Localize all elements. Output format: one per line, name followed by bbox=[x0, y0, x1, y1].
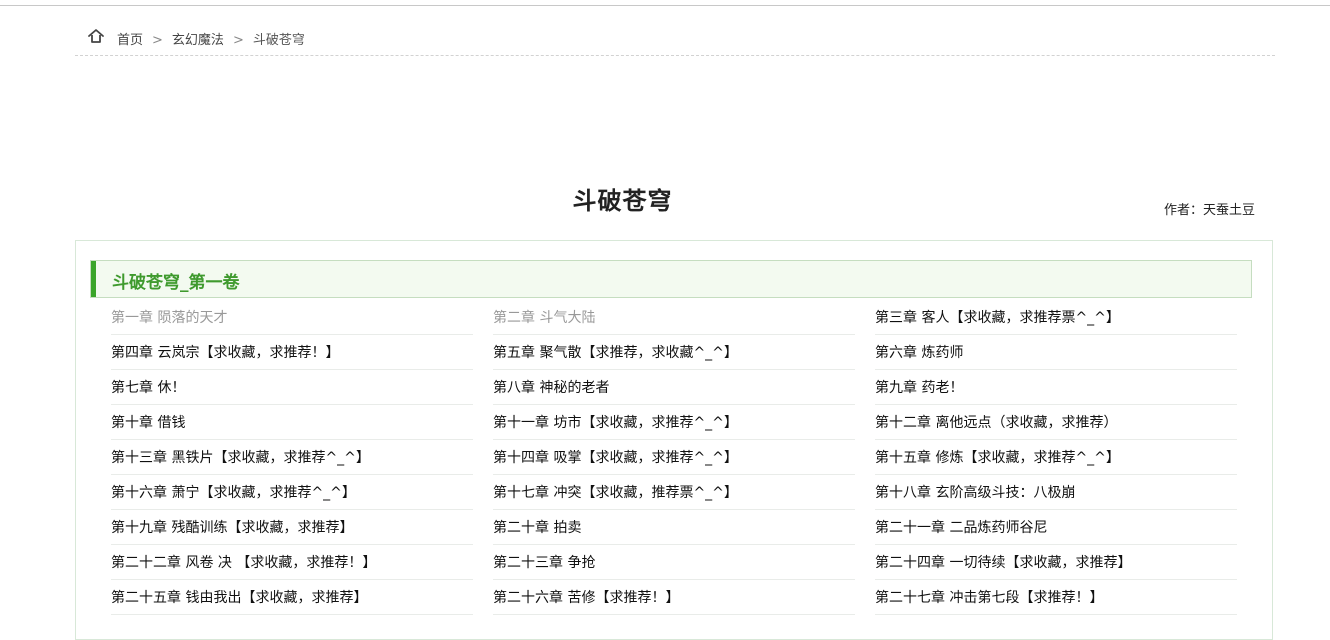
chapter-item: 第十七章 冲突【求收藏，推荐票^_^】 bbox=[493, 475, 855, 510]
chapter-item: 第十六章 萧宁【求收藏，求推荐^_^】 bbox=[111, 475, 473, 510]
breadcrumb-separator: > bbox=[152, 33, 163, 48]
chapter-link[interactable]: 第十六章 萧宁【求收藏，求推荐^_^】 bbox=[111, 485, 356, 501]
chapter-item: 第四章 云岚宗【求收藏，求推荐！】 bbox=[111, 335, 473, 370]
chapter-item: 第二十三章 争抢 bbox=[493, 545, 855, 580]
chapter-item: 第十一章 坊市【求收藏，求推荐^_^】 bbox=[493, 405, 855, 440]
chapter-item: 第二十五章 钱由我出【求收藏，求推荐】 bbox=[111, 580, 473, 615]
chapter-item: 第八章 神秘的老者 bbox=[493, 370, 855, 405]
chapter-item: 第二十一章 二品炼药师谷尼 bbox=[875, 510, 1237, 545]
chapter-link[interactable]: 第八章 神秘的老者 bbox=[493, 380, 609, 396]
chapter-link[interactable]: 第四章 云岚宗【求收藏，求推荐！】 bbox=[111, 345, 339, 361]
volume-title: 斗破苍穹_第一卷 bbox=[112, 273, 240, 293]
chapter-link[interactable]: 第十二章 离他远点（求收藏，求推荐） bbox=[875, 415, 1117, 431]
chapter-link[interactable]: 第七章 休！ bbox=[111, 380, 185, 396]
home-icon[interactable] bbox=[87, 28, 105, 44]
chapter-item: 第十八章 玄阶高级斗技：八极崩 bbox=[875, 475, 1237, 510]
book-author: 作者：天蚕土豆 bbox=[1163, 203, 1255, 218]
chapter-link[interactable]: 第十五章 修炼【求收藏，求推荐^_^】 bbox=[875, 450, 1120, 466]
chapter-link[interactable]: 第十八章 玄阶高级斗技：八极崩 bbox=[875, 485, 1075, 501]
chapter-link[interactable]: 第十三章 黑铁片【求收藏，求推荐^_^】 bbox=[111, 450, 370, 466]
chapter-link[interactable]: 第五章 聚气散【求推荐，求收藏^_^】 bbox=[493, 345, 738, 361]
chapter-link[interactable]: 第十九章 残酷训练【求收藏，求推荐】 bbox=[111, 520, 353, 536]
chapter-item: 第一章 陨落的天才 bbox=[111, 300, 473, 335]
chapter-link[interactable]: 第二十章 拍卖 bbox=[493, 520, 581, 536]
chapter-item: 第十九章 残酷训练【求收藏，求推荐】 bbox=[111, 510, 473, 545]
chapter-link[interactable]: 第二十六章 苦修【求推荐！】 bbox=[493, 590, 679, 606]
chapter-link[interactable]: 第十章 借钱 bbox=[111, 415, 185, 431]
chapter-link[interactable]: 第六章 炼药师 bbox=[875, 345, 963, 361]
chapter-item: 第九章 药老！ bbox=[875, 370, 1237, 405]
breadcrumb-home-link[interactable]: 首页 bbox=[117, 33, 143, 48]
chapter-link[interactable]: 第二章 斗气大陆 bbox=[493, 310, 595, 326]
volume-accent-bar bbox=[91, 261, 96, 297]
chapter-link[interactable]: 第二十七章 冲击第七段【求推荐！】 bbox=[875, 590, 1103, 606]
breadcrumb-category-link[interactable]: 玄幻魔法 bbox=[172, 33, 224, 48]
chapter-link[interactable]: 第二十三章 争抢 bbox=[493, 555, 595, 571]
chapter-link[interactable]: 第十一章 坊市【求收藏，求推荐^_^】 bbox=[493, 415, 738, 431]
volume-header: 斗破苍穹_第一卷 bbox=[90, 260, 1252, 298]
chapter-item: 第二十六章 苦修【求推荐！】 bbox=[493, 580, 855, 615]
chapter-item: 第十五章 修炼【求收藏，求推荐^_^】 bbox=[875, 440, 1237, 475]
chapter-link[interactable]: 第十四章 吸掌【求收藏，求推荐^_^】 bbox=[493, 450, 738, 466]
book-title: 斗破苍穹 bbox=[572, 186, 673, 215]
breadcrumb-trail: 首页 > 玄幻魔法 > 斗破苍穹 bbox=[117, 29, 305, 48]
top-divider bbox=[0, 5, 1330, 6]
chapter-item: 第二十四章 一切待续【求收藏，求推荐】 bbox=[875, 545, 1237, 580]
chapter-item: 第十三章 黑铁片【求收藏，求推荐^_^】 bbox=[111, 440, 473, 475]
chapter-link[interactable]: 第三章 客人【求收藏，求推荐票^_^】 bbox=[875, 310, 1120, 326]
chapter-link[interactable]: 第一章 陨落的天才 bbox=[111, 310, 227, 326]
chapter-link[interactable]: 第二十二章 风卷 决 【求收藏，求推荐！】 bbox=[111, 555, 376, 571]
chapter-item: 第二十七章 冲击第七段【求推荐！】 bbox=[875, 580, 1237, 615]
chapter-item: 第十章 借钱 bbox=[111, 405, 473, 440]
chapter-link[interactable]: 第十七章 冲突【求收藏，推荐票^_^】 bbox=[493, 485, 738, 501]
chapter-link[interactable]: 第二十一章 二品炼药师谷尼 bbox=[875, 520, 1047, 536]
chapter-link[interactable]: 第二十四章 一切待续【求收藏，求推荐】 bbox=[875, 555, 1131, 571]
chapter-item: 第七章 休！ bbox=[111, 370, 473, 405]
chapter-item: 第十四章 吸掌【求收藏，求推荐^_^】 bbox=[493, 440, 855, 475]
chapter-item: 第三章 客人【求收藏，求推荐票^_^】 bbox=[875, 300, 1237, 335]
breadcrumb-current: 斗破苍穹 bbox=[252, 33, 305, 48]
chapter-link[interactable]: 第九章 药老！ bbox=[875, 380, 963, 396]
breadcrumb-separator: > bbox=[232, 33, 244, 48]
chapter-item: 第二章 斗气大陆 bbox=[493, 300, 855, 335]
chapter-item: 第六章 炼药师 bbox=[875, 335, 1237, 370]
chapter-item: 第二十章 拍卖 bbox=[493, 510, 855, 545]
breadcrumb: 首页 > 玄幻魔法 > 斗破苍穹 bbox=[75, 22, 1275, 56]
chapter-link[interactable]: 第二十五章 钱由我出【求收藏，求推荐】 bbox=[111, 590, 367, 606]
chapter-item: 第二十二章 风卷 决 【求收藏，求推荐！】 bbox=[111, 545, 473, 580]
chapter-list-panel: 斗破苍穹_第一卷 第一章 陨落的天才 第二章 斗气大陆 第三章 客人【求收藏，求推荐… bbox=[75, 240, 1273, 640]
chapter-item: 第十二章 离他远点（求收藏，求推荐） bbox=[875, 405, 1237, 440]
chapter-item: 第五章 聚气散【求推荐，求收藏^_^】 bbox=[493, 335, 855, 370]
